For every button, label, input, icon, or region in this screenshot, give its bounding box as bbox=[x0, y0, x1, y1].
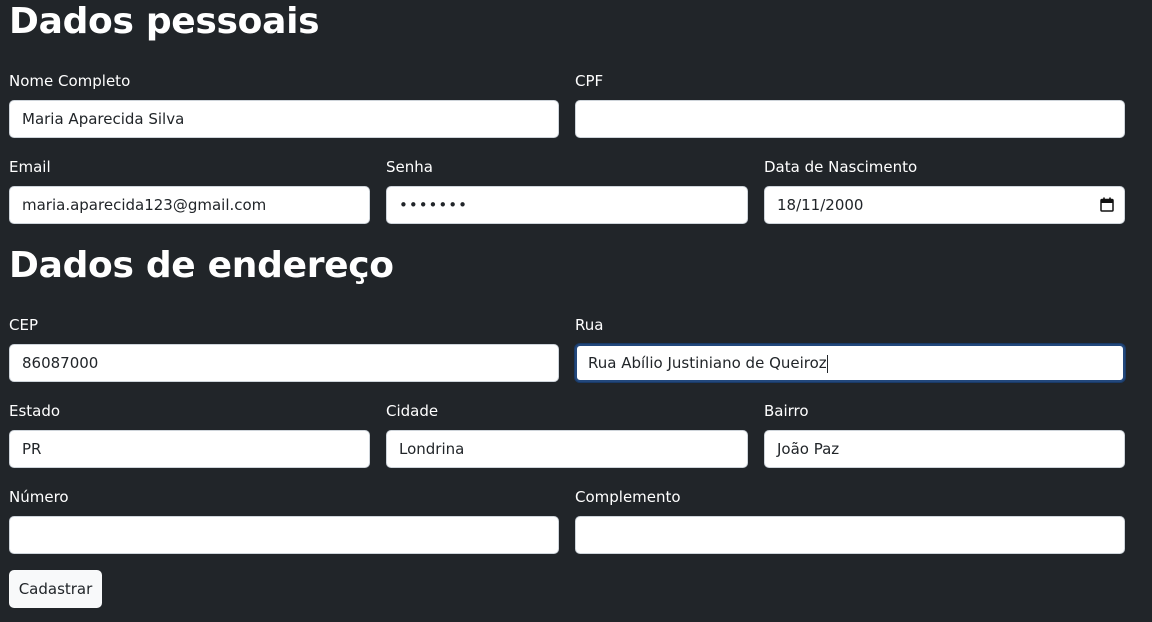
text-caret bbox=[826, 354, 828, 373]
birthdate-input[interactable]: 18/11/2000 bbox=[764, 186, 1125, 224]
registration-form: Dados pessoais Nome Completo Maria Apare… bbox=[0, 0, 1152, 622]
password-label: Senha bbox=[386, 158, 433, 176]
street-value: Rua Abílio Justiniano de Queiroz bbox=[588, 354, 827, 372]
cep-input[interactable]: 86087000 bbox=[9, 344, 559, 382]
full-name-input[interactable]: Maria Aparecida Silva bbox=[9, 100, 559, 138]
cpf-input[interactable] bbox=[575, 100, 1125, 138]
address-data-heading: Dados de endereço bbox=[9, 245, 394, 286]
cpf-label: CPF bbox=[575, 72, 604, 90]
state-value: PR bbox=[22, 440, 42, 458]
state-label: Estado bbox=[9, 402, 61, 420]
number-input[interactable] bbox=[9, 516, 559, 554]
street-label: Rua bbox=[575, 316, 604, 334]
neighborhood-value: João Paz bbox=[777, 440, 840, 458]
email-label: Email bbox=[9, 158, 51, 176]
full-name-value: Maria Aparecida Silva bbox=[22, 110, 185, 128]
number-label: Número bbox=[9, 488, 69, 506]
submit-button[interactable]: Cadastrar bbox=[9, 570, 102, 608]
personal-data-heading: Dados pessoais bbox=[9, 1, 320, 42]
neighborhood-input[interactable]: João Paz bbox=[764, 430, 1125, 468]
birthdate-label: Data de Nascimento bbox=[764, 158, 918, 176]
email-input[interactable]: maria.aparecida123@gmail.com bbox=[9, 186, 370, 224]
calendar-icon[interactable] bbox=[1100, 197, 1114, 212]
state-input[interactable]: PR bbox=[9, 430, 370, 468]
cep-value: 86087000 bbox=[22, 354, 99, 372]
full-name-label: Nome Completo bbox=[9, 72, 131, 90]
complement-label: Complemento bbox=[575, 488, 681, 506]
neighborhood-label: Bairro bbox=[764, 402, 809, 420]
city-input[interactable]: Londrina bbox=[386, 430, 748, 468]
birthdate-value: 18/11/2000 bbox=[777, 196, 864, 214]
complement-input[interactable] bbox=[575, 516, 1125, 554]
street-input[interactable]: Rua Abílio Justiniano de Queiroz bbox=[575, 344, 1125, 382]
city-value: Londrina bbox=[399, 440, 465, 458]
email-value: maria.aparecida123@gmail.com bbox=[22, 196, 267, 214]
cep-label: CEP bbox=[9, 316, 38, 334]
city-label: Cidade bbox=[386, 402, 439, 420]
password-input[interactable]: ••••••• bbox=[386, 186, 748, 224]
password-value: ••••••• bbox=[399, 196, 468, 214]
